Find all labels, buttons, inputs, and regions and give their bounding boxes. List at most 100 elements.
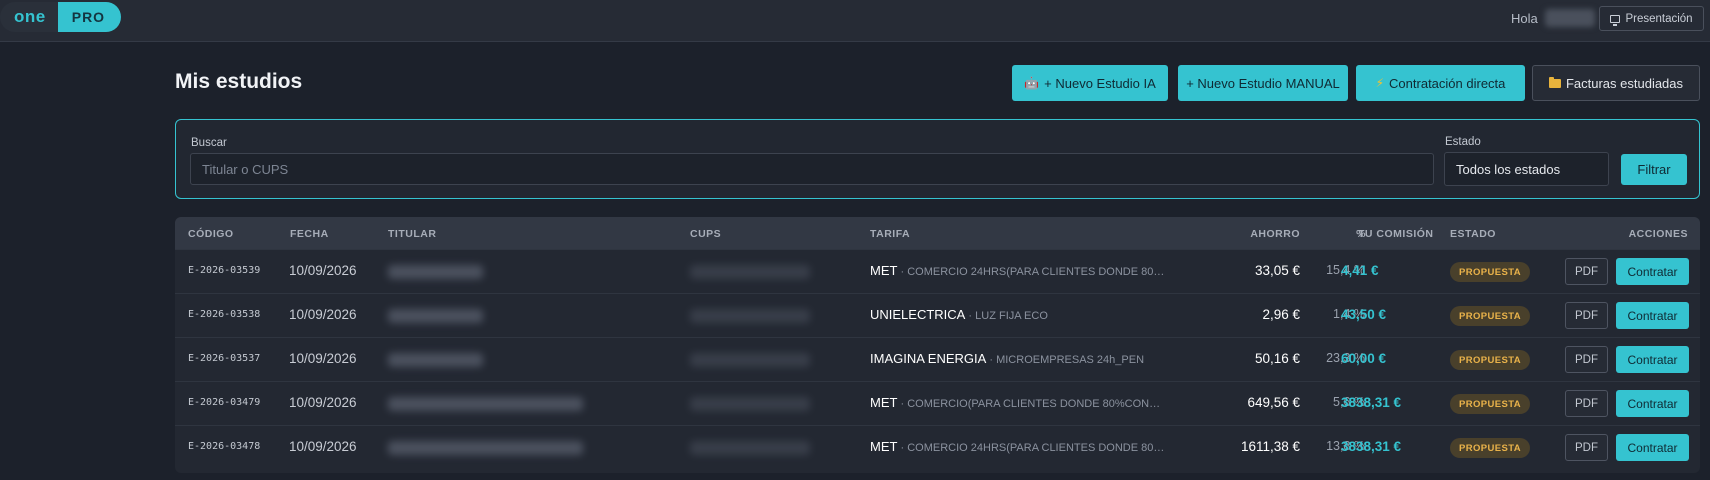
row-tarifa-desc: · COMERCIO 24HRS(PARA CLIENTES DONDE 80… xyxy=(897,266,1165,278)
row-comision: 4,41 € xyxy=(1341,263,1379,278)
row-titular-blurred xyxy=(388,265,483,279)
header-codigo: CÓDIGO xyxy=(188,228,234,240)
row-tarifa: MET · COMERCIO 24HRS(PARA CLIENTES DONDE… xyxy=(870,263,1164,278)
pdf-button[interactable]: PDF xyxy=(1565,390,1608,417)
row-ahorro: 33,05 € xyxy=(1254,263,1300,278)
pdf-button[interactable]: PDF xyxy=(1565,302,1608,329)
estado-label: Estado xyxy=(1445,136,1481,148)
status-badge: PROPUESTA xyxy=(1450,394,1531,414)
row-fecha: 10/09/2026 xyxy=(289,307,357,322)
row-tarifa: MET · COMERCIO 24HRS(PARA CLIENTES DONDE… xyxy=(870,439,1164,454)
row-fecha: 10/09/2026 xyxy=(289,351,357,366)
row-titular-blurred xyxy=(388,397,583,411)
row-cups-blurred xyxy=(690,265,810,279)
table-row: E-2026-03479 10/09/2026 MET · COMERCIO(P… xyxy=(175,381,1700,425)
row-cups-blurred xyxy=(690,353,810,367)
top-bar: one PRO Hola Presentación xyxy=(0,0,1710,42)
status-badge: PROPUESTA xyxy=(1450,350,1531,370)
header-fecha: FECHA xyxy=(290,228,329,240)
row-comision: 3838,31 € xyxy=(1341,395,1402,410)
search-input[interactable] xyxy=(190,153,1434,185)
app-logo[interactable]: one PRO xyxy=(0,2,122,32)
row-fecha: 10/09/2026 xyxy=(289,263,357,278)
row-tarifa: UNIELECTRICA · LUZ FIJA ECO xyxy=(870,307,1048,322)
contratar-button[interactable]: Contratar xyxy=(1616,302,1689,329)
status-badge: PROPUESTA xyxy=(1450,306,1531,326)
header-acciones: ACCIONES xyxy=(1628,228,1688,240)
presentation-label: Presentación xyxy=(1625,12,1693,25)
table-row: E-2026-03537 10/09/2026 IMAGINA ENERGIA … xyxy=(175,337,1700,381)
pdf-button[interactable]: PDF xyxy=(1565,258,1608,285)
row-cups-blurred xyxy=(690,397,810,411)
contratacion-directa-button[interactable]: ⚡ Contratación directa xyxy=(1356,65,1525,101)
row-codigo: E-2026-03537 xyxy=(188,353,261,364)
logo-pro: PRO xyxy=(57,2,122,32)
row-titular-blurred xyxy=(388,309,483,323)
row-fecha: 10/09/2026 xyxy=(289,395,357,410)
row-cups-blurred xyxy=(690,441,810,455)
row-comercializadora: MET xyxy=(870,439,898,454)
lightning-icon: ⚡ xyxy=(1375,76,1385,90)
row-titular-blurred xyxy=(388,353,483,367)
status-badge: PROPUESTA xyxy=(1450,438,1531,458)
pdf-button[interactable]: PDF xyxy=(1565,346,1608,373)
row-ahorro: 2,96 € xyxy=(1262,307,1300,322)
table-row: E-2026-03539 10/09/2026 MET · COMERCIO 2… xyxy=(175,249,1700,293)
nuevo-estudio-ia-button[interactable]: 🤖 + Nuevo Estudio IA xyxy=(1012,65,1168,101)
row-comision: 60,00 € xyxy=(1341,351,1387,366)
folder-icon xyxy=(1548,76,1561,88)
row-tarifa-desc: · COMERCIO 24HRS(PARA CLIENTES DONDE 80… xyxy=(897,442,1165,454)
contratar-button[interactable]: Contratar xyxy=(1616,434,1689,461)
row-tarifa-desc: · MICROEMPRESAS 24h_PEN xyxy=(986,354,1145,366)
user-name-blurred xyxy=(1545,9,1595,27)
contratar-button[interactable]: Contratar xyxy=(1616,390,1689,417)
page-title: Mis estudios xyxy=(175,70,303,93)
robot-icon: 🤖 xyxy=(1024,76,1040,90)
contratar-button[interactable]: Contratar xyxy=(1616,346,1689,373)
row-comercializadora: MET xyxy=(870,395,898,410)
row-tarifa: MET · COMERCIO(PARA CLIENTES DONDE 80%CO… xyxy=(870,395,1160,410)
header-tarifa: TARIFA xyxy=(870,228,911,240)
presentation-button[interactable]: Presentación xyxy=(1599,6,1704,31)
row-tarifa-desc: · COMERCIO(PARA CLIENTES DONDE 80%CON… xyxy=(897,398,1161,410)
row-codigo: E-2026-03538 xyxy=(188,309,261,320)
pdf-button[interactable]: PDF xyxy=(1565,434,1608,461)
table-row: E-2026-03478 10/09/2026 MET · COMERCIO 2… xyxy=(175,425,1700,469)
table-header: CÓDIGO FECHA TITULAR CUPS TARIFA AHORRO … xyxy=(175,217,1700,249)
monitor-icon xyxy=(1610,14,1621,26)
row-titular-blurred xyxy=(388,441,583,455)
row-ahorro: 649,56 € xyxy=(1247,395,1300,410)
facturas-estudiadas-button[interactable]: Facturas estudiadas xyxy=(1532,65,1700,101)
row-tarifa-desc: · LUZ FIJA ECO xyxy=(965,310,1048,322)
row-ahorro: 1611,38 € xyxy=(1240,439,1300,454)
facturas-estudiadas-label: Facturas estudiadas xyxy=(1565,75,1684,91)
row-comercializadora: IMAGINA ENERGIA xyxy=(870,351,987,366)
filter-panel: Buscar Estado Todos los estados Filtrar xyxy=(175,119,1700,199)
row-comision: 3838,31 € xyxy=(1341,439,1402,454)
greeting: Hola xyxy=(1511,11,1538,26)
row-fecha: 10/09/2026 xyxy=(289,439,357,454)
table-row: E-2026-03538 10/09/2026 UNIELECTRICA · L… xyxy=(175,293,1700,337)
row-comercializadora: MET xyxy=(870,263,898,278)
search-label: Buscar xyxy=(191,137,227,149)
status-badge: PROPUESTA xyxy=(1450,262,1531,282)
row-codigo: E-2026-03539 xyxy=(188,265,261,276)
studies-table: CÓDIGO FECHA TITULAR CUPS TARIFA AHORRO … xyxy=(175,217,1700,473)
nuevo-estudio-manual-label: + Nuevo Estudio MANUAL xyxy=(1186,75,1340,91)
row-comision: 43,50 € xyxy=(1341,307,1387,322)
header-comision: TU COMISIÓN xyxy=(1358,228,1434,240)
header-ahorro: AHORRO xyxy=(1250,228,1300,240)
header-estado: ESTADO xyxy=(1450,228,1496,240)
row-comercializadora: UNIELECTRICA xyxy=(870,307,966,322)
header-titular: TITULAR xyxy=(388,228,437,240)
nuevo-estudio-manual-button[interactable]: + Nuevo Estudio MANUAL xyxy=(1178,65,1348,101)
row-tarifa: IMAGINA ENERGIA · MICROEMPRESAS 24h_PEN xyxy=(870,351,1144,366)
row-codigo: E-2026-03479 xyxy=(188,397,261,408)
row-codigo: E-2026-03478 xyxy=(188,441,261,452)
logo-one: one xyxy=(0,2,58,32)
contratar-button[interactable]: Contratar xyxy=(1616,258,1689,285)
nuevo-estudio-ia-label: + Nuevo Estudio IA xyxy=(1044,75,1156,91)
filtrar-button[interactable]: Filtrar xyxy=(1621,154,1687,185)
estado-select[interactable]: Todos los estados xyxy=(1444,152,1609,186)
row-cups-blurred xyxy=(690,309,810,323)
